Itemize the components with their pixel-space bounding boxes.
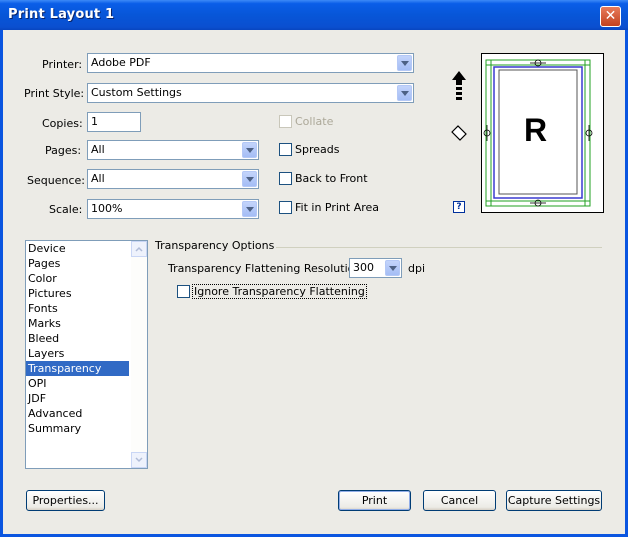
spreads-check-box[interactable] (279, 143, 292, 156)
printer-label: Printer: (42, 58, 83, 71)
list-item[interactable]: Marks (26, 316, 129, 331)
list-item[interactable]: Color (26, 271, 129, 286)
print-style-value: Custom Settings (91, 86, 182, 99)
cancel-button[interactable]: Cancel (423, 490, 496, 511)
copies-input[interactable]: 1 (87, 112, 141, 132)
scroll-down-button[interactable] (131, 452, 147, 468)
spreads-label: Spreads (295, 143, 340, 156)
list-item[interactable]: Advanced (26, 406, 129, 421)
dialog-body: Printer: Adobe PDF Print Style: Custom S… (3, 30, 625, 534)
properties-button[interactable]: Properties... (26, 490, 105, 511)
sequence-label: Sequence: (27, 174, 85, 187)
printer-value: Adobe PDF (91, 56, 151, 69)
print-style-label: Print Style: (24, 87, 85, 100)
list-item[interactable]: Device (26, 241, 129, 256)
help-icon[interactable]: ? (453, 201, 465, 213)
sequence-value: All (91, 172, 105, 185)
print-layout-dialog: Print Layout 1 ✕ Printer: Adobe PDF Prin… (0, 0, 628, 537)
category-list[interactable]: Device Pages Color Pictures Fonts Marks Bleed L… (25, 240, 148, 469)
scroll-up-button[interactable] (131, 241, 147, 257)
title-bar[interactable]: Print Layout 1 ✕ (0, 0, 628, 30)
ignore-transparency-check-box[interactable] (177, 285, 190, 298)
help-glyph: ? (456, 202, 462, 212)
chevron-down-icon[interactable] (385, 260, 400, 276)
chevron-down-icon[interactable] (242, 171, 257, 187)
ignore-transparency-label: Ignore Transparency Flattening (192, 284, 367, 299)
chevron-down-icon[interactable] (242, 201, 257, 217)
close-button[interactable]: ✕ (600, 6, 621, 27)
fit-in-print-area-label: Fit in Print Area (295, 201, 380, 214)
list-item[interactable]: Summary (26, 421, 129, 436)
page-preview: R (481, 53, 604, 213)
flattening-resolution-label: Transparency Flattening Resolution: (168, 262, 366, 275)
pages-label: Pages: (45, 144, 82, 157)
collate-check-box[interactable] (279, 115, 292, 128)
chevron-down-icon[interactable] (397, 85, 412, 101)
pages-value: All (91, 143, 105, 156)
category-items: Device Pages Color Pictures Fonts Marks Bleed L… (26, 241, 147, 436)
list-item[interactable]: OPI (26, 376, 129, 391)
orientation-arrow-icon[interactable] (452, 71, 466, 105)
print-style-select[interactable]: Custom Settings (87, 83, 414, 103)
print-button[interactable]: Print (338, 490, 411, 511)
flattening-resolution-value: 300 (353, 261, 374, 274)
transparency-group-title: Transparency Options (155, 239, 277, 252)
list-scrollbar[interactable] (131, 241, 147, 468)
fit-in-print-area-check-box[interactable] (279, 201, 292, 214)
pages-select[interactable]: All (87, 140, 259, 160)
chevron-down-icon[interactable] (242, 142, 257, 158)
printer-select[interactable]: Adobe PDF (87, 53, 414, 73)
chevron-down-icon (135, 457, 143, 463)
scale-label: Scale: (49, 203, 83, 216)
list-item[interactable]: Pictures (26, 286, 129, 301)
list-item[interactable]: Pages (26, 256, 129, 271)
capture-settings-button[interactable]: Capture Settings (506, 490, 602, 511)
scale-value: 100% (91, 202, 123, 215)
list-item[interactable]: Layers (26, 346, 129, 361)
chevron-down-icon[interactable] (397, 55, 412, 71)
sequence-select[interactable]: All (87, 169, 259, 189)
list-item[interactable]: Bleed (26, 331, 129, 346)
flattening-resolution-select[interactable]: 300 (349, 258, 402, 278)
close-icon: ✕ (604, 8, 617, 24)
copies-value: 1 (91, 115, 98, 128)
collate-label: Collate (295, 115, 334, 128)
list-item[interactable]: Fonts (26, 301, 129, 316)
back-to-front-check-box[interactable] (279, 172, 292, 185)
copies-label: Copies: (42, 117, 83, 130)
scale-select[interactable]: 100% (87, 199, 259, 219)
list-item[interactable]: Transparency (26, 361, 129, 376)
preview-letter: R (524, 112, 548, 148)
list-item[interactable]: JDF (26, 391, 129, 406)
resolution-unit: dpi (408, 262, 426, 275)
window-title: Print Layout 1 (8, 7, 115, 22)
rotate-page-icon[interactable] (450, 125, 468, 141)
back-to-front-label: Back to Front (295, 172, 368, 185)
chevron-up-icon (135, 246, 143, 252)
